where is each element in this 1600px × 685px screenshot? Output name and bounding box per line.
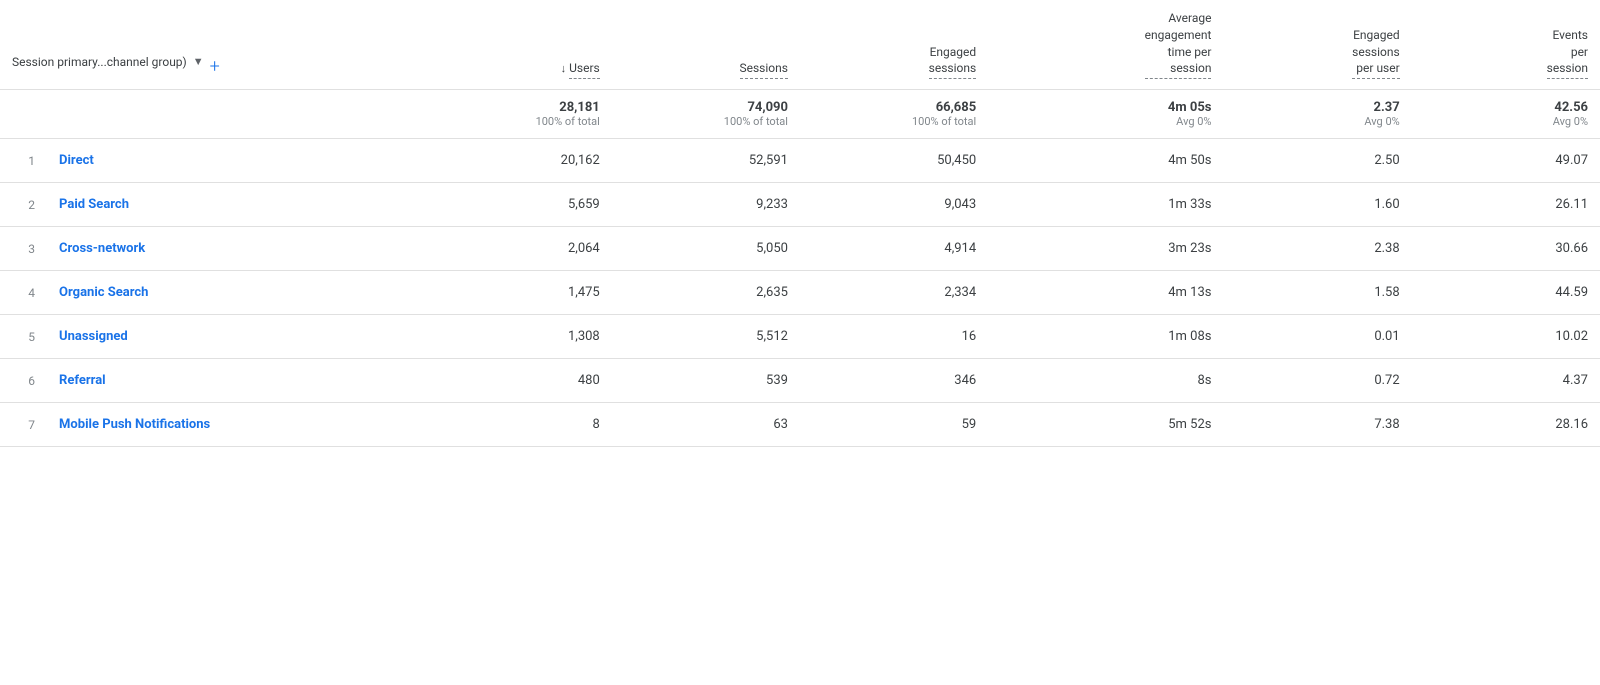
row-avg-engagement: 1m 33s [988, 183, 1223, 227]
engaged-sessions-column-header[interactable]: Engagedsessions [800, 0, 988, 90]
analytics-table: Session primary...channel group) ▼ + ↓Us… [0, 0, 1600, 447]
row-label[interactable]: Organic Search [47, 271, 423, 315]
row-users: 480 [424, 359, 612, 403]
totals-engaged-per-user: 2.37 Avg 0% [1223, 90, 1411, 139]
engaged-per-user-label: Engagedsessionsper user [1352, 27, 1400, 79]
row-engaged-sessions: 50,450 [800, 139, 988, 183]
table-row: 4 Organic Search 1,475 2,635 2,334 4m 13… [0, 271, 1600, 315]
row-engaged-sessions: 2,334 [800, 271, 988, 315]
row-avg-engagement: 1m 08s [988, 315, 1223, 359]
table-row: 2 Paid Search 5,659 9,233 9,043 1m 33s 1… [0, 183, 1600, 227]
row-avg-engagement: 8s [988, 359, 1223, 403]
sort-desc-icon: ↓ [561, 62, 567, 75]
sessions-label: Sessions [740, 60, 788, 79]
table-row: 3 Cross-network 2,064 5,050 4,914 3m 23s… [0, 227, 1600, 271]
table-row: 5 Unassigned 1,308 5,512 16 1m 08s 0.01 … [0, 315, 1600, 359]
row-avg-engagement: 5m 52s [988, 403, 1223, 447]
row-engaged-per-user: 0.01 [1223, 315, 1411, 359]
row-sessions: 539 [612, 359, 800, 403]
row-label[interactable]: Cross-network [47, 227, 423, 271]
dimension-dropdown-icon[interactable]: ▼ [193, 54, 204, 69]
engaged-per-user-column-header[interactable]: Engagedsessionsper user [1223, 0, 1411, 90]
row-engaged-per-user: 2.38 [1223, 227, 1411, 271]
row-users: 1,308 [424, 315, 612, 359]
row-sessions: 63 [612, 403, 800, 447]
events-per-session-label: Eventspersession [1547, 27, 1588, 79]
row-events-per-session: 30.66 [1412, 227, 1600, 271]
row-sessions: 5,050 [612, 227, 800, 271]
row-events-per-session: 26.11 [1412, 183, 1600, 227]
row-number: 4 [0, 271, 47, 315]
row-engaged-sessions: 4,914 [800, 227, 988, 271]
row-avg-engagement: 4m 13s [988, 271, 1223, 315]
totals-label [0, 90, 424, 139]
users-column-header[interactable]: ↓Users [424, 0, 612, 90]
row-events-per-session: 49.07 [1412, 139, 1600, 183]
row-users: 8 [424, 403, 612, 447]
table-row: 7 Mobile Push Notifications 8 63 59 5m 5… [0, 403, 1600, 447]
totals-sessions: 74,090 100% of total [612, 90, 800, 139]
row-engaged-per-user: 1.58 [1223, 271, 1411, 315]
row-engaged-per-user: 1.60 [1223, 183, 1411, 227]
row-events-per-session: 28.16 [1412, 403, 1600, 447]
row-number: 3 [0, 227, 47, 271]
row-engaged-per-user: 2.50 [1223, 139, 1411, 183]
table-row: 6 Referral 480 539 346 8s 0.72 4.37 [0, 359, 1600, 403]
row-number: 7 [0, 403, 47, 447]
row-label[interactable]: Referral [47, 359, 423, 403]
dimension-column-header[interactable]: Session primary...channel group) ▼ + [0, 0, 424, 90]
row-sessions: 2,635 [612, 271, 800, 315]
add-dimension-button[interactable]: + [210, 54, 220, 79]
totals-avg-engagement: 4m 05s Avg 0% [988, 90, 1223, 139]
row-events-per-session: 44.59 [1412, 271, 1600, 315]
avg-engagement-label: Averageengagementtime persession [1145, 10, 1212, 79]
row-label[interactable]: Direct [47, 139, 423, 183]
row-number: 5 [0, 315, 47, 359]
row-users: 1,475 [424, 271, 612, 315]
row-engaged-sessions: 59 [800, 403, 988, 447]
row-users: 2,064 [424, 227, 612, 271]
totals-engaged-sessions: 66,685 100% of total [800, 90, 988, 139]
row-engaged-sessions: 346 [800, 359, 988, 403]
avg-engagement-column-header[interactable]: Averageengagementtime persession [988, 0, 1223, 90]
row-engaged-sessions: 9,043 [800, 183, 988, 227]
row-label[interactable]: Mobile Push Notifications [47, 403, 423, 447]
row-engaged-per-user: 0.72 [1223, 359, 1411, 403]
row-users: 20,162 [424, 139, 612, 183]
row-sessions: 52,591 [612, 139, 800, 183]
engaged-sessions-label: Engagedsessions [929, 44, 977, 80]
totals-row: 28,181 100% of total 74,090 100% of tota… [0, 90, 1600, 139]
row-sessions: 5,512 [612, 315, 800, 359]
dimension-label: Session primary...channel group) [12, 54, 187, 71]
table-row: 1 Direct 20,162 52,591 50,450 4m 50s 2.5… [0, 139, 1600, 183]
row-sessions: 9,233 [612, 183, 800, 227]
row-number: 6 [0, 359, 47, 403]
row-users: 5,659 [424, 183, 612, 227]
row-engaged-per-user: 7.38 [1223, 403, 1411, 447]
row-events-per-session: 10.02 [1412, 315, 1600, 359]
users-label: Users [569, 60, 600, 79]
row-avg-engagement: 3m 23s [988, 227, 1223, 271]
row-label[interactable]: Unassigned [47, 315, 423, 359]
totals-events-per-session: 42.56 Avg 0% [1412, 90, 1600, 139]
row-number: 1 [0, 139, 47, 183]
row-engaged-sessions: 16 [800, 315, 988, 359]
events-per-session-column-header[interactable]: Eventspersession [1412, 0, 1600, 90]
row-label[interactable]: Paid Search [47, 183, 423, 227]
sessions-column-header[interactable]: Sessions [612, 0, 800, 90]
row-number: 2 [0, 183, 47, 227]
totals-users: 28,181 100% of total [424, 90, 612, 139]
row-avg-engagement: 4m 50s [988, 139, 1223, 183]
row-events-per-session: 4.37 [1412, 359, 1600, 403]
